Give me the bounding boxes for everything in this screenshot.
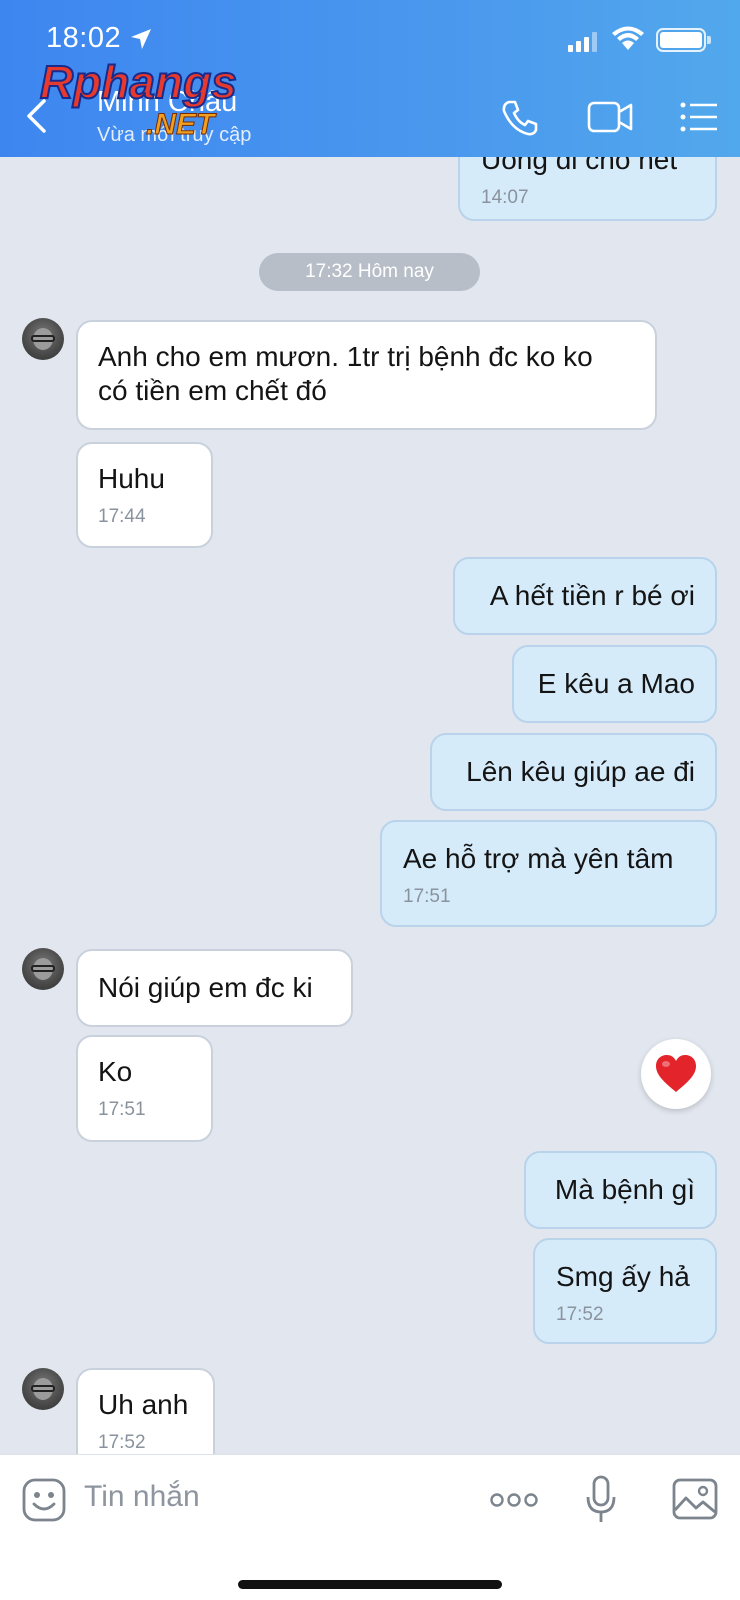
image-icon[interactable] [672, 1478, 718, 1520]
battery-icon [656, 28, 711, 52]
message-outgoing[interactable]: Uống đi cho hết 14:07 [458, 157, 717, 221]
message-input[interactable]: Tin nhắn [84, 1480, 200, 1514]
microphone-icon[interactable] [585, 1475, 617, 1525]
message-outgoing[interactable]: Mà bệnh gì [524, 1151, 717, 1229]
message-incoming[interactable]: Huhu 17:44 [76, 442, 213, 548]
avatar[interactable] [22, 318, 64, 360]
list-menu-icon[interactable] [680, 102, 718, 132]
chat-area[interactable]: Uống đi cho hết 14:07 17:32 Hôm nay Anh … [0, 157, 740, 1454]
chat-header: 18:02 Minh Châu Vừa mới truy cập Rphangs… [0, 0, 740, 157]
message-incoming[interactable]: Uh anh 17:52 [76, 1368, 215, 1454]
cellular-signal-icon [568, 32, 597, 52]
status-time: 18:02 [46, 22, 122, 54]
avatar[interactable] [22, 1368, 64, 1410]
more-dots-icon[interactable] [490, 1491, 538, 1509]
message-incoming[interactable]: Anh cho em mươn. 1tr trị bệnh đc ko ko c… [76, 320, 657, 430]
heart-icon [656, 1055, 696, 1092]
message-incoming[interactable]: Nói giúp em đc ki [76, 949, 353, 1027]
wifi-icon [612, 26, 644, 50]
message-outgoing[interactable]: Smg ấy hả 17:52 [533, 1238, 717, 1344]
smiley-icon[interactable] [22, 1478, 66, 1522]
video-camera-icon[interactable] [587, 100, 633, 134]
message-outgoing[interactable]: A hết tiền r bé ơi [453, 557, 717, 635]
phone-icon[interactable] [500, 98, 540, 138]
avatar[interactable] [22, 948, 64, 990]
chevron-left-icon[interactable] [24, 98, 48, 134]
message-outgoing[interactable]: Lên kêu giúp ae đi [430, 733, 717, 811]
home-indicator [238, 1580, 502, 1589]
contact-name[interactable]: Minh Châu [97, 86, 237, 119]
message-incoming[interactable]: Ko 17:51 [76, 1035, 213, 1142]
message-outgoing[interactable]: Ae hỗ trợ mà yên tâm 17:51 [380, 820, 717, 927]
message-outgoing[interactable]: E kêu a Mao [512, 645, 717, 723]
message-input-bar: Tin nhắn [0, 1454, 740, 1600]
location-arrow-icon [131, 29, 151, 49]
reaction-button[interactable] [641, 1039, 711, 1109]
contact-status: Vừa mới truy cập [97, 124, 252, 146]
date-divider: 17:32 Hôm nay [259, 253, 480, 291]
